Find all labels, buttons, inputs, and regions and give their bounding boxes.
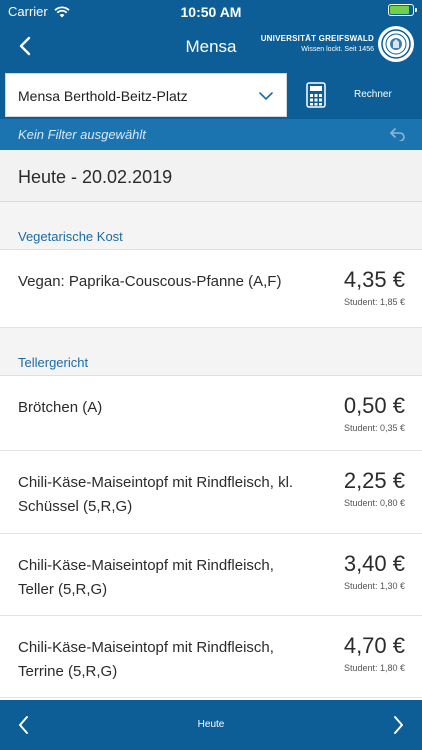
item-student-price: Student: 1,80 € <box>343 663 405 673</box>
item-student-price: Student: 1,30 € <box>343 581 405 591</box>
filter-status: Kein Filter ausgewählt <box>18 127 146 142</box>
battery-level <box>390 6 409 14</box>
calculator-icon <box>306 82 326 108</box>
university-logo: UNIVERSITÄT GREIFSWALD Wissen lockt. Sei… <box>261 26 414 62</box>
list-item[interactable]: Chili-Käse-Maiseintopf mit Rindfleisch, … <box>0 534 422 616</box>
status-time: 10:50 AM <box>180 4 242 20</box>
item-name: Chili-Käse-Maiseintopf mit Rindfleisch, … <box>18 557 274 598</box>
item-name: Brötchen (A) <box>18 399 103 416</box>
item-price: 3,40 € <box>343 551 405 576</box>
logo-subtitle: Wissen lockt. Seit 1456 <box>301 46 374 53</box>
status-right <box>388 4 417 16</box>
logo-text: UNIVERSITÄT GREIFSWALD Wissen lockt. Sei… <box>261 33 374 55</box>
date-header: Heute - 20.02.2019 <box>0 150 422 202</box>
item-name: Vegan: Paprika-Couscous-Pfanne (A,F) <box>18 273 282 290</box>
list-item[interactable]: Chili-Käse-Maiseintopf mit Rindfleisch, … <box>0 451 422 534</box>
category-header: Tellergericht <box>0 328 422 376</box>
today-button[interactable]: Heute <box>0 719 422 730</box>
item-student-price: Student: 0,35 € <box>343 423 405 433</box>
item-student-price: Student: 1,85 € <box>343 297 405 307</box>
menu-list[interactable]: Heute - 20.02.2019 Vegetarische Kost Veg… <box>0 150 422 700</box>
calculator-button[interactable]: Rechner <box>296 73 422 117</box>
bottom-bar: Heute <box>0 700 422 750</box>
item-price: 4,35 € <box>343 267 405 292</box>
calculator-label: Rechner <box>354 89 392 100</box>
list-item[interactable]: Brötchen (A) 0,50 € Student: 0,35 € <box>0 376 422 451</box>
mensa-select[interactable]: Mensa Berthold-Beitz-Platz <box>5 73 287 117</box>
chevron-down-icon <box>259 92 273 101</box>
item-price: 0,50 € <box>343 393 405 418</box>
nav-row: Mensa UNIVERSITÄT GREIFSWALD Wissen lock… <box>0 24 422 70</box>
top-bar: Carrier 10:50 AM Mensa UNIVERSITÄT GREIF… <box>0 0 422 119</box>
item-price: 4,70 € <box>343 633 405 658</box>
category-header: Vegetarische Kost <box>0 202 422 250</box>
filter-bar: Kein Filter ausgewählt <box>0 119 422 150</box>
mensa-select-value: Mensa Berthold-Beitz-Platz <box>18 88 188 104</box>
status-bar: Carrier 10:50 AM <box>0 0 422 24</box>
item-name: Chili-Käse-Maiseintopf mit Rindfleisch, … <box>18 639 274 680</box>
item-name: Chili-Käse-Maiseintopf mit Rindfleisch, … <box>18 474 294 515</box>
list-item[interactable]: Vegan: Paprika-Couscous-Pfanne (A,F) 4,3… <box>0 250 422 328</box>
seal-icon <box>378 26 414 62</box>
item-student-price: Student: 0,80 € <box>343 498 405 508</box>
reset-filter-icon[interactable] <box>390 127 406 141</box>
item-price: 2,25 € <box>343 468 405 493</box>
list-item[interactable]: Chili-Käse-Maiseintopf mit Rindfleisch, … <box>0 616 422 698</box>
next-day-button[interactable] <box>388 714 408 736</box>
logo-name: UNIVERSITÄT GREIFSWALD <box>260 34 374 43</box>
battery-icon <box>388 4 417 16</box>
